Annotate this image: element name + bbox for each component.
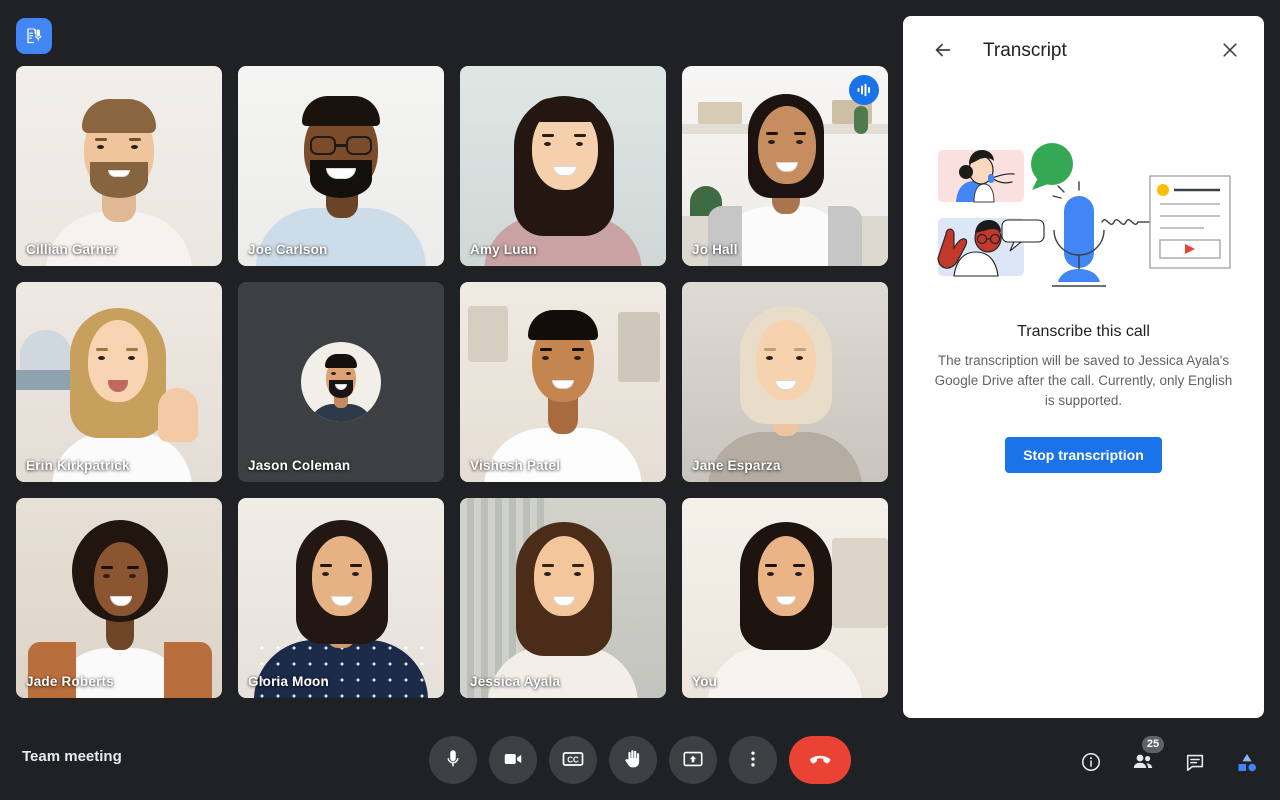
raise-hand-button[interactable] bbox=[609, 736, 657, 784]
participant-count-badge: 25 bbox=[1142, 736, 1164, 753]
participant-tile[interactable]: Jessica Ayala bbox=[460, 498, 666, 698]
closed-captions-icon: CC bbox=[561, 747, 585, 774]
panel-heading: Transcribe this call bbox=[1017, 323, 1150, 340]
present-screen-icon bbox=[682, 748, 704, 773]
participant-tile[interactable]: Joe Carlson bbox=[238, 66, 444, 266]
raised-hand-icon bbox=[622, 748, 644, 773]
phone-hangup-icon bbox=[807, 746, 833, 775]
more-options-button[interactable] bbox=[729, 736, 777, 784]
camera-button[interactable] bbox=[489, 736, 537, 784]
participant-tile[interactable]: Vishesh Patel bbox=[460, 282, 666, 482]
participant-tile[interactable]: Erin Kirkpatrick bbox=[16, 282, 222, 482]
microphone-button[interactable] bbox=[429, 736, 477, 784]
close-button[interactable] bbox=[1212, 33, 1248, 69]
close-icon bbox=[1220, 40, 1240, 63]
participant-tile[interactable]: Gloria Moon bbox=[238, 498, 444, 698]
transcription-status-chip[interactable] bbox=[16, 18, 52, 54]
chat-bubble-icon bbox=[1184, 751, 1206, 776]
participant-name: Jane Esparza bbox=[692, 458, 781, 473]
meet-app-window: Cillian Garner Joe Carlson Amy Luan Jo H… bbox=[0, 0, 1280, 800]
participant-tile-active-speaker[interactable]: Jo Hall bbox=[682, 66, 888, 266]
captions-button[interactable]: CC bbox=[549, 736, 597, 784]
participant-grid: Cillian Garner Joe Carlson Amy Luan Jo H… bbox=[16, 66, 890, 704]
participant-name: Erin Kirkpatrick bbox=[26, 458, 130, 473]
participant-name: Vishesh Patel bbox=[470, 458, 561, 473]
participant-tile[interactable]: Jane Esparza bbox=[682, 282, 888, 482]
participant-name: Gloria Moon bbox=[248, 674, 329, 689]
more-vertical-icon bbox=[743, 749, 763, 772]
participant-name: Cillian Garner bbox=[26, 242, 118, 257]
svg-text:CC: CC bbox=[567, 755, 579, 764]
participant-name: You bbox=[692, 674, 718, 689]
participant-tile[interactable]: Amy Luan bbox=[460, 66, 666, 266]
chat-button[interactable] bbox=[1176, 744, 1214, 782]
speaking-indicator-icon bbox=[849, 75, 879, 105]
participant-tile-self[interactable]: You bbox=[682, 498, 888, 698]
participants-button[interactable]: 25 bbox=[1124, 736, 1164, 782]
panel-description: The transcription will be saved to Jessi… bbox=[934, 353, 1233, 408]
call-controls: CC bbox=[429, 736, 851, 784]
transcript-panel-body: Transcribe this call The transcription w… bbox=[903, 86, 1264, 718]
microphone-icon bbox=[442, 748, 464, 773]
activities-shapes-icon bbox=[1235, 750, 1259, 777]
bottom-toolbar: Team meeting CC 25 bbox=[0, 718, 1280, 800]
participant-name: Joe Carlson bbox=[248, 242, 328, 257]
arrow-left-icon bbox=[932, 39, 954, 64]
activities-button[interactable] bbox=[1228, 744, 1266, 782]
participant-tile[interactable]: Cillian Garner bbox=[16, 66, 222, 266]
avatar bbox=[301, 342, 381, 422]
participant-tile[interactable]: Jade Roberts bbox=[16, 498, 222, 698]
participant-tile-avatar[interactable]: Jason Coleman bbox=[238, 282, 444, 482]
secondary-controls: 25 bbox=[1072, 736, 1266, 782]
participant-name: Jade Roberts bbox=[26, 674, 114, 689]
people-icon bbox=[1131, 750, 1155, 777]
video-camera-icon bbox=[502, 748, 524, 773]
stop-transcription-button[interactable]: Stop transcription bbox=[1005, 437, 1162, 473]
present-button[interactable] bbox=[669, 736, 717, 784]
back-button[interactable] bbox=[925, 33, 961, 69]
transcription-illustration bbox=[934, 134, 1234, 299]
panel-title: Transcript bbox=[983, 40, 1067, 61]
meeting-details-button[interactable] bbox=[1072, 744, 1110, 782]
leave-call-button[interactable] bbox=[789, 736, 851, 784]
transcription-active-icon bbox=[24, 26, 44, 46]
info-icon bbox=[1080, 751, 1102, 776]
meeting-title: Team meeting bbox=[22, 748, 122, 765]
participant-name: Jessica Ayala bbox=[470, 674, 561, 689]
participant-name: Jason Coleman bbox=[248, 458, 351, 473]
transcript-panel-header: Transcript bbox=[903, 16, 1264, 86]
participant-name: Jo Hall bbox=[692, 242, 738, 257]
transcript-panel: Transcript Transcribe this call The tran… bbox=[903, 16, 1264, 718]
participant-name: Amy Luan bbox=[470, 242, 537, 257]
